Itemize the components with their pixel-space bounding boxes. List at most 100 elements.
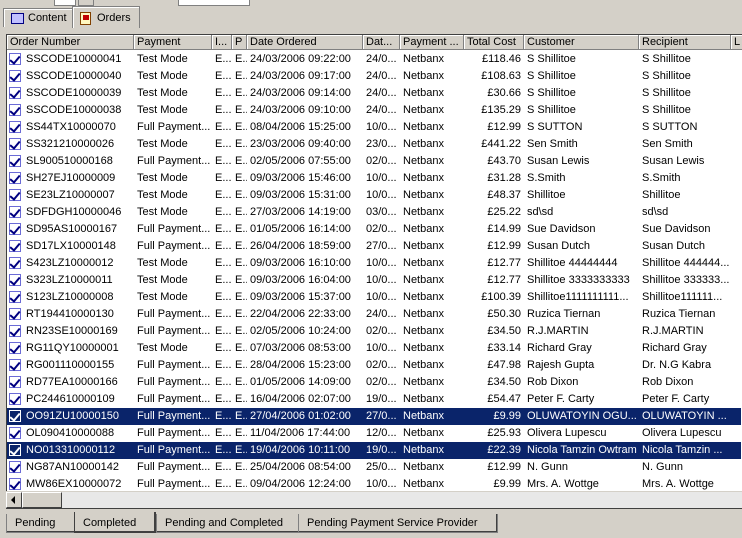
checkmark-icon[interactable]: [9, 308, 21, 320]
checkmark-icon[interactable]: [9, 444, 21, 456]
table-row[interactable]: RN23SE10000169Full Payment...E...E...02/…: [7, 323, 741, 340]
table-row[interactable]: SE23LZ10000007Test ModeE...E...09/03/200…: [7, 187, 741, 204]
checkmark-icon[interactable]: [9, 257, 21, 269]
cell-payment: Test Mode: [137, 87, 188, 99]
table-row[interactable]: SSCODE10000040Test ModeE...E...24/03/200…: [7, 68, 741, 85]
cell-date-ordered: 02/05/2006 10:24:00: [250, 325, 351, 337]
table-row[interactable]: SD17LX10000148Full Payment...E...E...26/…: [7, 238, 741, 255]
checkmark-icon[interactable]: [9, 410, 21, 422]
table-row[interactable]: PC244610000109Full Payment...E...E...16/…: [7, 391, 741, 408]
cell-recipient: Rob Dixon: [642, 376, 694, 388]
col-date-ordered[interactable]: Date Ordered: [247, 35, 363, 50]
cell-i: E...: [215, 325, 232, 337]
table-row[interactable]: NG87AN10000142Full Payment...E...E...25/…: [7, 459, 741, 476]
checkmark-icon[interactable]: [9, 206, 21, 218]
cell-p: E...: [235, 121, 247, 133]
cell-total-cost: £12.77: [487, 274, 521, 286]
col-payment-2[interactable]: Payment ...: [400, 35, 464, 50]
checkmark-icon[interactable]: [9, 325, 21, 337]
table-row[interactable]: S423LZ10000012Test ModeE...E...09/03/200…: [7, 255, 741, 272]
table-row[interactable]: RT194410000130Full Payment...E...E...22/…: [7, 306, 741, 323]
checkmark-icon[interactable]: [9, 104, 21, 116]
cell-order-number: RG001110000155: [26, 359, 115, 371]
tab-pending[interactable]: Pending: [6, 514, 78, 533]
cell-date-ordered: 09/03/2006 15:31:00: [250, 189, 351, 201]
checkmark-icon[interactable]: [9, 478, 21, 490]
col-p[interactable]: P: [232, 35, 247, 50]
checkmark-icon[interactable]: [9, 274, 21, 286]
cell-date-ordered: 01/05/2006 16:14:00: [250, 223, 351, 235]
table-row[interactable]: S123LZ10000008Test ModeE...E...09/03/200…: [7, 289, 741, 306]
table-row[interactable]: S323LZ10000011Test ModeE...E...09/03/200…: [7, 272, 741, 289]
checkmark-icon[interactable]: [9, 155, 21, 167]
cell-order-number: NG87AN10000142: [26, 461, 119, 473]
checkmark-icon[interactable]: [9, 342, 21, 354]
col-total-cost[interactable]: Total Cost: [464, 35, 524, 50]
cell-order-number: RN23SE10000169: [26, 325, 118, 337]
tab-pending-payment-service-provider[interactable]: Pending Payment Service Provider: [298, 514, 498, 533]
cell-i: E...: [215, 376, 232, 388]
col-l[interactable]: L: [731, 35, 742, 50]
checkmark-icon[interactable]: [9, 87, 21, 99]
cell-recipient: S SUTTON: [642, 121, 698, 133]
checkmark-icon[interactable]: [9, 427, 21, 439]
table-row[interactable]: NO013310000112Full Payment...E...E...19/…: [7, 442, 741, 459]
table-row[interactable]: SS321210000026Test ModeE...E...23/03/200…: [7, 136, 741, 153]
cell-payment: Test Mode: [137, 291, 188, 303]
tab-completed[interactable]: Completed: [74, 512, 156, 533]
table-row[interactable]: RG11QY10000001Test ModeE...E...07/03/200…: [7, 340, 741, 357]
orders-grid[interactable]: Order Number Payment I... P Date Ordered…: [6, 34, 742, 509]
horizontal-scrollbar[interactable]: [6, 491, 742, 508]
tab-content[interactable]: Content: [3, 8, 75, 27]
table-row[interactable]: OO91ZU10000150Full Payment...E...E...27/…: [7, 408, 741, 425]
checkmark-icon[interactable]: [9, 138, 21, 150]
cell-dat: 02/0...: [366, 155, 397, 167]
tab-pending-and-completed[interactable]: Pending and Completed: [156, 514, 302, 533]
table-row[interactable]: RD77EA10000166Full Payment...E...E...01/…: [7, 374, 741, 391]
table-row[interactable]: SSCODE10000039Test ModeE...E...24/03/200…: [7, 85, 741, 102]
table-row[interactable]: SDFDGH10000046Test ModeE...E...27/03/200…: [7, 204, 741, 221]
cell-payment: Test Mode: [137, 342, 188, 354]
checkmark-icon[interactable]: [9, 121, 21, 133]
col-customer[interactable]: Customer: [524, 35, 639, 50]
table-row[interactable]: SSCODE10000038Test ModeE...E...24/03/200…: [7, 102, 741, 119]
checkmark-icon[interactable]: [9, 461, 21, 473]
table-row[interactable]: RG001110000155Full Payment...E...E...28/…: [7, 357, 741, 374]
table-row[interactable]: SL900510000168Full Payment...E...E...02/…: [7, 153, 741, 170]
cell-date-ordered: 26/04/2006 18:59:00: [250, 240, 351, 252]
checkmark-icon[interactable]: [9, 376, 21, 388]
cell-i: E...: [215, 206, 232, 218]
checkmark-icon[interactable]: [9, 393, 21, 405]
cell-payment: Full Payment...: [137, 410, 211, 422]
col-payment[interactable]: Payment: [134, 35, 212, 50]
scroll-thumb[interactable]: [22, 492, 62, 508]
tab-orders[interactable]: Orders: [72, 6, 140, 28]
col-recipient[interactable]: Recipient: [639, 35, 731, 50]
checkmark-icon[interactable]: [9, 223, 21, 235]
table-row[interactable]: SS44TX10000070Full Payment...E...E...08/…: [7, 119, 741, 136]
table-row[interactable]: OL090410000088Full Payment...E...E...11/…: [7, 425, 741, 442]
checkmark-icon[interactable]: [9, 53, 21, 65]
cell-recipient: Shillitoe 444444...: [642, 257, 730, 269]
cell-dat: 24/0...: [366, 104, 397, 116]
cell-payment-provider: Netbanx: [403, 87, 444, 99]
table-row[interactable]: SH27EJ10000009Test ModeE...E...09/03/200…: [7, 170, 741, 187]
cell-recipient: S Shillitoe: [642, 70, 691, 82]
table-row[interactable]: SSCODE10000041Test ModeE...E...24/03/200…: [7, 51, 741, 68]
checkmark-icon[interactable]: [9, 70, 21, 82]
table-row[interactable]: SD95AS10000167Full Payment...E...E...01/…: [7, 221, 741, 238]
checkmark-icon[interactable]: [9, 291, 21, 303]
checkmark-icon[interactable]: [9, 240, 21, 252]
col-order-number[interactable]: Order Number: [7, 35, 134, 50]
col-i[interactable]: I...: [212, 35, 232, 50]
checkmark-icon[interactable]: [9, 359, 21, 371]
cell-total-cost: £100.39: [481, 291, 521, 303]
cell-payment: Full Payment...: [137, 444, 211, 456]
col-dat[interactable]: Dat...: [363, 35, 400, 50]
checkmark-icon[interactable]: [9, 189, 21, 201]
cell-i: E...: [215, 223, 232, 235]
checkmark-icon[interactable]: [9, 172, 21, 184]
cell-total-cost: £12.99: [487, 240, 521, 252]
scroll-left-arrow-icon[interactable]: [6, 492, 22, 508]
cell-customer: S Shillitoe: [527, 53, 576, 65]
